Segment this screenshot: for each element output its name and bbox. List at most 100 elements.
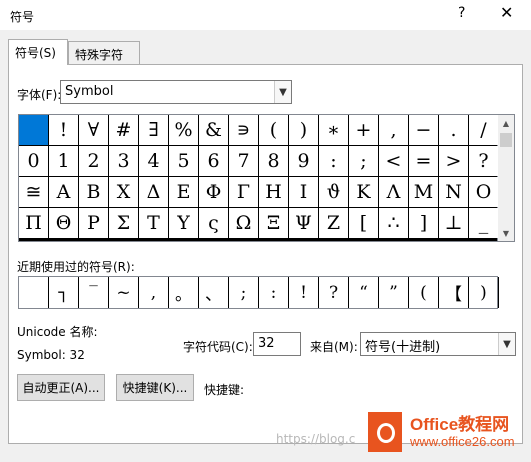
chevron-down-icon[interactable]: ▼ xyxy=(274,81,291,103)
symbol-cell[interactable]: _ xyxy=(469,208,499,238)
symbol-cell[interactable]: Σ xyxy=(109,208,139,238)
recent-symbol-cell[interactable]: : xyxy=(259,277,289,308)
symbol-cell[interactable]: ? xyxy=(469,146,499,176)
symbol-cell[interactable]: Μ xyxy=(409,177,439,207)
recent-symbol-cell[interactable]: ? xyxy=(319,277,349,308)
symbol-cell[interactable]: ≅ xyxy=(19,177,49,207)
symbol-cell[interactable]: Φ xyxy=(199,177,229,207)
recent-symbols-grid[interactable]: ┐ ‾ ~,。、;:!? “”(【) xyxy=(18,276,499,309)
symbol-cell[interactable]: Δ xyxy=(139,177,169,207)
symbol-cell[interactable]: Ι xyxy=(289,177,319,207)
symbol-cell[interactable]: Η xyxy=(259,177,289,207)
symbol-cell[interactable]: 2 xyxy=(79,146,109,176)
symbol-cell[interactable]: 1 xyxy=(49,146,79,176)
symbol-cell[interactable]: 0 xyxy=(19,146,49,176)
symbol-cell[interactable]: [ xyxy=(349,208,379,238)
font-label: 字体(F): xyxy=(17,88,62,102)
symbol-cell[interactable]: ∍ xyxy=(229,115,259,145)
symbol-cell[interactable]: Γ xyxy=(229,177,259,207)
symbol-cell[interactable]: − xyxy=(409,115,439,145)
symbol-cell[interactable]: ∃ xyxy=(139,115,169,145)
font-select[interactable]: Symbol ▼ xyxy=(60,80,292,104)
recent-symbol-cell[interactable]: 【 xyxy=(439,277,469,308)
symbol-cell[interactable]: Ε xyxy=(169,177,199,207)
symbol-cell[interactable]: & xyxy=(199,115,229,145)
recent-symbol-cell[interactable]: ( xyxy=(409,277,439,308)
from-select[interactable]: 符号(十进制) ▼ xyxy=(360,332,516,356)
symbol-cell[interactable]: = xyxy=(409,146,439,176)
symbol-cell[interactable]: ϑ xyxy=(319,177,349,207)
symbol-cell[interactable]: 4 xyxy=(139,146,169,176)
close-icon[interactable]: ✕ xyxy=(500,3,513,22)
recent-symbol-cell[interactable]: ┐ xyxy=(49,277,79,308)
symbol-cell[interactable]: Ψ xyxy=(289,208,319,238)
symbol-cell[interactable]: ∗ xyxy=(319,115,349,145)
recent-symbol-cell[interactable]: ! xyxy=(289,277,319,308)
symbol-cell[interactable]: Π xyxy=(19,208,49,238)
symbol-cell[interactable]: Ζ xyxy=(319,208,349,238)
symbol-cell[interactable]: ∀ xyxy=(79,115,109,145)
from-label: 来自(M): xyxy=(310,340,358,354)
symbol-cell[interactable]: Ξ xyxy=(259,208,289,238)
recent-symbol-cell[interactable]: 、 xyxy=(199,277,229,308)
symbol-cell[interactable]: ) xyxy=(289,115,319,145)
symbol-cell[interactable]: Λ xyxy=(379,177,409,207)
symbol-cell[interactable]: ! xyxy=(49,115,79,145)
recent-symbol-cell[interactable] xyxy=(19,277,49,308)
recent-symbol-cell[interactable]: “ xyxy=(349,277,379,308)
office-logo: Office教程网 www.office26.com xyxy=(368,410,526,454)
scroll-up-icon[interactable]: ▲ xyxy=(498,115,514,131)
recent-symbol-cell[interactable]: ) xyxy=(469,277,499,308)
symbol-cell[interactable]: ∴ xyxy=(379,208,409,238)
symbol-cell[interactable]: % xyxy=(169,115,199,145)
recent-symbol-cell[interactable]: ~ xyxy=(109,277,139,308)
shortcut-key-button[interactable]: 快捷键(K)... xyxy=(116,374,194,401)
chevron-down-icon[interactable]: ▼ xyxy=(498,333,515,355)
symbol-cell[interactable]: Ο xyxy=(469,177,499,207)
symbol-cell[interactable]: Τ xyxy=(139,208,169,238)
symbol-cell[interactable]: ] xyxy=(409,208,439,238)
symbol-cell[interactable]: : xyxy=(319,146,349,176)
scrollbar-thumb[interactable] xyxy=(500,133,512,147)
symbol-cell[interactable]: + xyxy=(349,115,379,145)
symbol-cell[interactable]: Ω xyxy=(229,208,259,238)
symbol-grid[interactable]: ! ∀ # ∃% & ∍() ∗ +, −./ 0 1 2 3 4 5 6 7 8 9:; < = >? ≅ Α Β Χ Δ Ε Φ Γ Η… xyxy=(18,114,499,242)
recent-symbol-cell[interactable]: ‾ xyxy=(79,277,109,308)
scroll-down-icon[interactable]: ▼ xyxy=(498,225,514,241)
help-icon[interactable]: ? xyxy=(458,5,465,21)
autocorrect-button[interactable]: 自动更正(A)... xyxy=(17,374,105,401)
recent-symbol-cell[interactable]: , xyxy=(139,277,169,308)
symbol-cell[interactable]: Α xyxy=(49,177,79,207)
symbol-cell[interactable]: Ρ xyxy=(79,208,109,238)
symbol-cell-selected[interactable] xyxy=(19,115,49,145)
symbol-cell[interactable]: 8 xyxy=(259,146,289,176)
symbol-cell[interactable]: 9 xyxy=(289,146,319,176)
tab-special-characters[interactable]: 特殊字符(P) xyxy=(68,41,140,77)
tab-symbols[interactable]: 符号(S) xyxy=(8,39,68,65)
symbol-cell[interactable]: # xyxy=(109,115,139,145)
symbol-grid-scrollbar[interactable]: ▲ ▼ xyxy=(498,114,515,242)
symbol-cell[interactable]: / xyxy=(469,115,499,145)
symbol-cell[interactable]: < xyxy=(379,146,409,176)
symbol-cell[interactable]: Ν xyxy=(439,177,469,207)
symbol-cell[interactable]: 3 xyxy=(109,146,139,176)
symbol-cell[interactable]: 5 xyxy=(169,146,199,176)
recent-symbol-cell[interactable]: ” xyxy=(379,277,409,308)
symbol-cell[interactable]: Θ xyxy=(49,208,79,238)
symbol-cell[interactable]: , xyxy=(379,115,409,145)
symbol-cell[interactable]: ς xyxy=(199,208,229,238)
symbol-cell[interactable]: ( xyxy=(259,115,289,145)
symbol-cell[interactable]: Υ xyxy=(169,208,199,238)
recent-symbol-cell[interactable]: 。 xyxy=(169,277,199,308)
symbol-cell[interactable]: 6 xyxy=(199,146,229,176)
symbol-cell[interactable]: ⊥ xyxy=(439,208,469,238)
symbol-cell[interactable]: > xyxy=(439,146,469,176)
recent-symbol-cell[interactable]: ; xyxy=(229,277,259,308)
char-code-input[interactable]: 32 xyxy=(253,332,301,356)
symbol-cell[interactable]: 7 xyxy=(229,146,259,176)
symbol-cell[interactable]: Β xyxy=(79,177,109,207)
symbol-cell[interactable]: . xyxy=(439,115,469,145)
symbol-cell[interactable]: Κ xyxy=(349,177,379,207)
symbol-cell[interactable]: Χ xyxy=(109,177,139,207)
symbol-cell[interactable]: ; xyxy=(349,146,379,176)
